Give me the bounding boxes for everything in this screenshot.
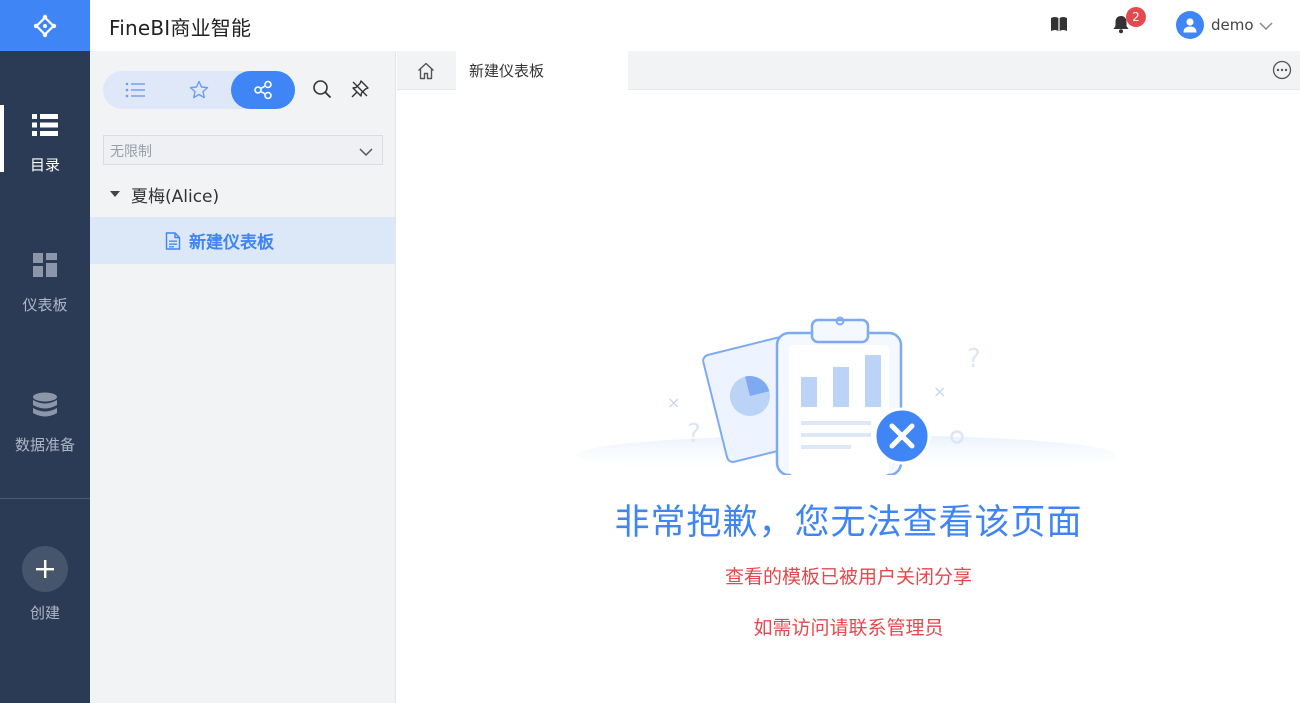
main-content: × ? ? × 非常抱歉，您无法查看该页面 查看的模板已被用户关闭分享 如需访问… (397, 90, 1300, 703)
nav-item-catalog[interactable]: 目录 (0, 105, 90, 230)
list-view-button[interactable] (103, 71, 167, 109)
filter-value: 无限制 (110, 144, 152, 160)
directory-panel: 无限制 夏梅(Alice) 新建仪表板 (90, 51, 396, 703)
pin-button[interactable] (350, 79, 370, 103)
no-permission-illustration-icon: × ? ? × (567, 305, 1127, 479)
nav-item-data-prep[interactable]: 数据准备 (0, 390, 90, 510)
more-icon (1272, 60, 1292, 80)
left-nav: 目录 仪表板 数据准备 创建 (0, 0, 90, 703)
svg-text:×: × (667, 393, 680, 412)
nav-label: 目录 (29, 156, 60, 174)
tree-folder-alice[interactable]: 夏梅(Alice) (90, 175, 395, 213)
svg-text:?: ? (687, 419, 701, 449)
filter-select[interactable]: 无限制 (103, 135, 383, 165)
star-icon (189, 80, 209, 99)
share-view-button[interactable] (231, 71, 295, 109)
home-tab[interactable] (397, 51, 455, 90)
create-button[interactable] (22, 546, 68, 592)
top-bar: FineBI商业智能 2 demo (90, 0, 1300, 51)
home-icon (418, 62, 434, 79)
svg-text:×: × (933, 382, 946, 401)
nav-label: 仪表板 (22, 296, 68, 314)
pin-icon (351, 80, 369, 98)
user-icon (1183, 18, 1197, 33)
database-icon (30, 390, 60, 420)
error-hint: 如需访问请联系管理员 (753, 617, 944, 639)
tab-new-dashboard[interactable]: 新建仪表板 (456, 51, 628, 91)
tab-bar: 新建仪表板 (397, 51, 1300, 91)
search-icon (313, 80, 332, 99)
nav-divider (0, 498, 90, 499)
help-book-button[interactable] (1050, 16, 1068, 36)
tree-item-label: 新建仪表板 (189, 233, 274, 253)
plus-icon (36, 560, 54, 578)
svg-text:?: ? (967, 344, 981, 374)
tree-item-dashboard[interactable]: 新建仪表板 (90, 217, 395, 264)
tab-more-button[interactable] (1272, 60, 1292, 84)
list-icon (125, 82, 145, 98)
app-title: FineBI商业智能 (109, 16, 252, 40)
user-name[interactable]: demo (1211, 16, 1254, 34)
notification-badge: 2 (1126, 7, 1146, 27)
caret-down-icon[interactable] (110, 191, 120, 197)
favorites-button[interactable] (167, 71, 231, 109)
view-switcher (103, 71, 295, 109)
error-message: 查看的模板已被用户关闭分享 (724, 566, 972, 588)
search-button[interactable] (312, 79, 332, 103)
nav-item-dashboard[interactable]: 仪表板 (0, 250, 90, 370)
dashboard-icon (30, 250, 60, 280)
chevron-down-icon (358, 145, 374, 161)
tree-folder-label: 夏梅(Alice) (131, 186, 220, 207)
document-icon (165, 231, 181, 250)
list-icon (30, 110, 60, 140)
logo-icon (33, 14, 57, 37)
logo[interactable] (0, 0, 90, 51)
error-title: 非常抱歉，您无法查看该页面 (614, 503, 1083, 543)
create-label: 创建 (29, 604, 60, 622)
chevron-down-icon[interactable] (1258, 17, 1274, 36)
nav-label: 数据准备 (14, 436, 75, 454)
user-avatar[interactable] (1176, 11, 1204, 39)
book-icon (1051, 17, 1067, 31)
share-icon (254, 80, 272, 100)
